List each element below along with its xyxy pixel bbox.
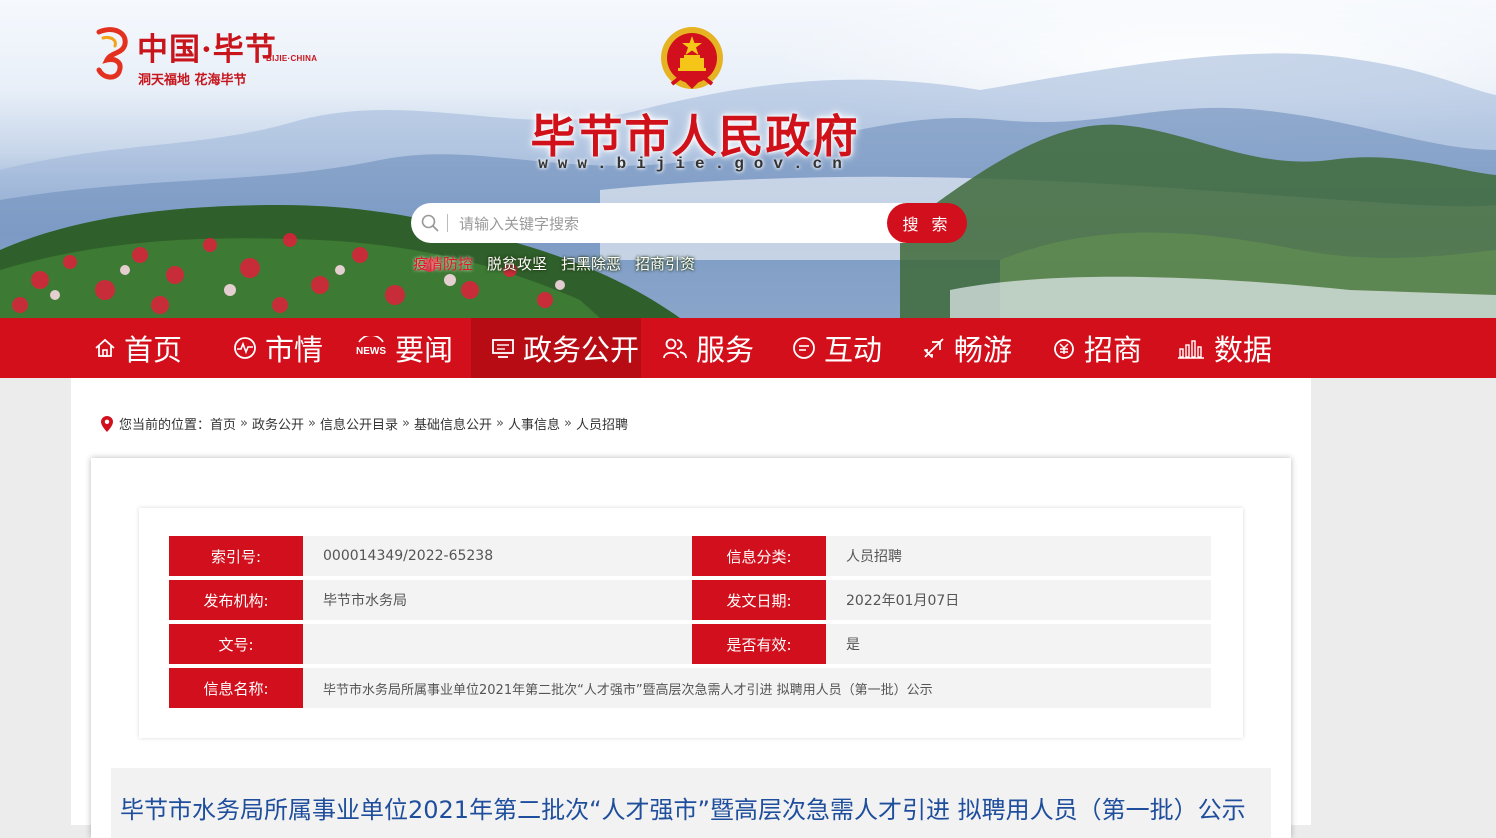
nav-label: 招商 — [1084, 333, 1143, 367]
svg-text:NEWS: NEWS — [356, 346, 386, 357]
nav-item-investment[interactable]: 招商 — [1052, 318, 1162, 378]
nav-label: 畅游 — [954, 333, 1013, 367]
location-pin-icon — [101, 415, 113, 432]
logo-english: BIJIE·CHINA — [266, 54, 318, 63]
hot-links: 疫情防控 脱贫攻坚 扫黑除恶 招商引资 — [413, 253, 695, 274]
header-banner: 中国·毕节 BIJIE·CHINA 洞天福地 花海毕节 毕节市人民政府 www.… — [0, 0, 1496, 318]
nav-label: 互动 — [824, 333, 883, 367]
nav-item-service[interactable]: 服务 — [662, 318, 772, 378]
search-field-container — [411, 203, 911, 243]
article-title: 毕节市水务局所属事业单位2021年第二批次“人才强市”暨高层次急需人才引进 拟聘… — [120, 796, 1246, 824]
valid-label: 是否有效: — [692, 624, 826, 664]
publisher-value: 毕节市水务局 — [303, 580, 692, 620]
breadcrumb-recruitment[interactable]: 人员招聘 — [576, 414, 628, 433]
nav-label: 服务 — [696, 333, 755, 367]
info-meta-table: 索引号: 000014349/2022-65238 信息分类: 人员招聘 发布机… — [139, 508, 1243, 738]
nav-label: 政务公开 — [523, 333, 640, 367]
nav-label: 要闻 — [395, 333, 454, 367]
main-nav: 首页 市情 NEWS 要闻 政务公开 服务 互动 畅游 招商 数据 — [0, 318, 1496, 378]
people-icon — [663, 338, 687, 359]
chat-icon — [793, 337, 815, 359]
search-bar: 搜 索 — [411, 203, 967, 243]
nav-item-data[interactable]: 数据 — [1178, 318, 1288, 378]
meta-row: 文号: 是否有效: 是 — [169, 624, 1213, 664]
search-icon — [421, 214, 439, 232]
nav-label: 首页 — [124, 333, 183, 367]
breadcrumb-personnel-info[interactable]: 人事信息 — [508, 414, 560, 433]
breadcrumb-separator: » — [308, 416, 316, 431]
breadcrumb-basic-info[interactable]: 基础信息公开 — [414, 414, 492, 433]
breadcrumb-separator: » — [402, 416, 410, 431]
logo-slogan: 洞天福地 花海毕节 — [138, 73, 247, 88]
nav-item-travel[interactable]: 畅游 — [922, 318, 1032, 378]
hot-link-epidemic[interactable]: 疫情防控 — [413, 253, 473, 274]
date-value: 2022年01月07日 — [826, 580, 1211, 620]
nav-label: 数据 — [1214, 333, 1273, 367]
name-value: 毕节市水务局所属事业单位2021年第二批次“人才强市”暨高层次急需人才引进 拟聘… — [303, 668, 1211, 708]
site-url: www.bijie.gov.cn — [538, 155, 852, 173]
search-button[interactable]: 搜 索 — [887, 203, 967, 243]
monitor-icon — [492, 339, 514, 358]
plane-icon — [924, 338, 944, 358]
nav-item-home[interactable]: 首页 — [94, 318, 204, 378]
breadcrumb-separator: » — [495, 416, 504, 431]
pulse-icon — [234, 337, 256, 359]
nav-item-interaction[interactable]: 互动 — [792, 318, 902, 378]
breadcrumb-info-catalog[interactable]: 信息公开目录 — [320, 414, 398, 433]
hot-link-investment[interactable]: 招商引资 — [635, 253, 695, 274]
meta-row: 信息名称: 毕节市水务局所属事业单位2021年第二批次“人才强市”暨高层次急需人… — [169, 668, 1213, 708]
valid-value: 是 — [826, 624, 1211, 664]
national-emblem-icon — [661, 27, 723, 89]
nav-item-news[interactable]: NEWS 要闻 — [355, 318, 465, 378]
breadcrumb-prefix: 您当前的位置： — [119, 418, 211, 433]
article-title-bar: 毕节市水务局所属事业单位2021年第二批次“人才强市”暨高层次急需人才引进 拟聘… — [111, 768, 1271, 838]
name-label: 信息名称: — [169, 668, 303, 708]
category-value: 人员招聘 — [826, 536, 1211, 576]
breadcrumb-separator: » — [240, 416, 248, 431]
nav-item-gov-affairs[interactable]: 政务公开 — [471, 318, 641, 378]
breadcrumb-home[interactable]: 首页 — [210, 414, 236, 433]
hot-link-crime[interactable]: 扫黑除恶 — [561, 253, 621, 274]
bar-chart-icon — [1178, 340, 1204, 359]
home-icon — [95, 338, 115, 357]
publisher-label: 发布机构: — [169, 580, 303, 620]
breadcrumb: 您当前的位置： 首页 » 政务公开 » 信息公开目录 » 基础信息公开 » 人事… — [101, 414, 628, 433]
bijie-logo-icon — [96, 27, 128, 80]
hot-link-poverty[interactable]: 脱贫攻坚 — [487, 253, 547, 274]
category-label: 信息分类: — [692, 536, 826, 576]
docno-label: 文号: — [169, 624, 303, 664]
breadcrumb-gov-affairs[interactable]: 政务公开 — [252, 414, 304, 433]
yuan-icon — [1054, 339, 1074, 359]
index-label: 索引号: — [169, 536, 303, 576]
meta-row: 索引号: 000014349/2022-65238 信息分类: 人员招聘 — [169, 536, 1213, 576]
search-divider — [447, 214, 448, 232]
index-value: 000014349/2022-65238 — [303, 536, 692, 576]
search-input[interactable] — [457, 209, 891, 239]
nav-label: 市情 — [265, 333, 324, 367]
docno-value — [303, 624, 692, 664]
meta-row: 发布机构: 毕节市水务局 发文日期: 2022年01月07日 — [169, 580, 1213, 620]
logo-title: 中国·毕节 — [137, 32, 277, 68]
breadcrumb-separator: » — [563, 416, 572, 431]
news-icon: NEWS — [356, 336, 386, 357]
date-label: 发文日期: — [692, 580, 826, 620]
content-wrapper: 您当前的位置： 首页 » 政务公开 » 信息公开目录 » 基础信息公开 » 人事… — [71, 378, 1311, 838]
nav-item-city[interactable]: 市情 — [233, 318, 343, 378]
